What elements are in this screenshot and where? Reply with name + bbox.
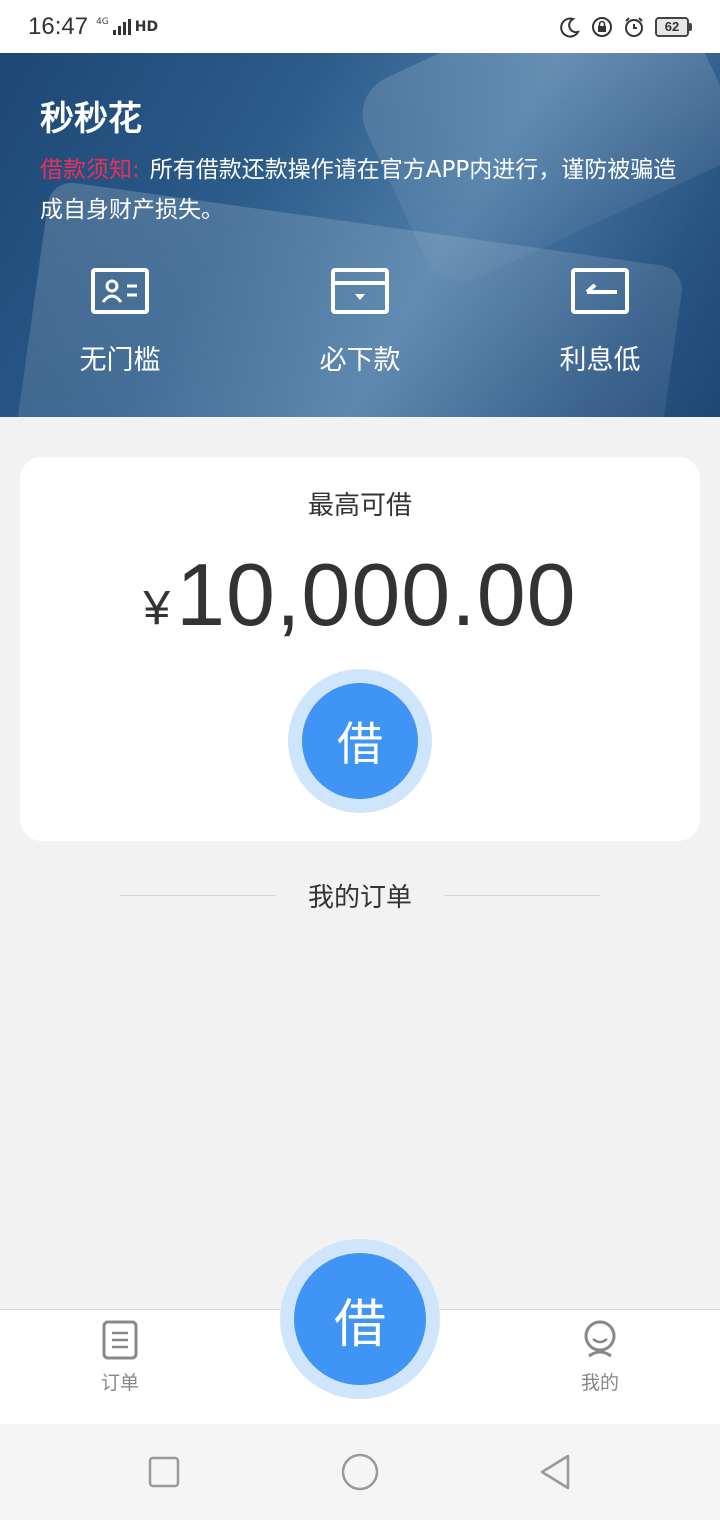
card-arrow-icon (571, 268, 629, 314)
tab-mine[interactable]: 我的 (540, 1320, 660, 1395)
feature-label: 无门槛 (79, 345, 161, 376)
amount-value: 10,000.00 (176, 545, 577, 644)
feature-low-interest: 利息低 (480, 268, 720, 377)
currency-symbol: ¥ (143, 582, 171, 635)
network-indicator: 4G HD (96, 16, 159, 35)
back-icon[interactable] (536, 1452, 576, 1492)
header-banner: 秒秒花 借款须知: 所有借款还款操作请在官方APP内进行，谨防被骗造成自身财产损失… (0, 53, 720, 417)
tab-mine-label: 我的 (580, 1372, 619, 1394)
profile-icon (584, 1320, 616, 1358)
orders-icon (102, 1320, 138, 1360)
loan-limit-card: 最高可借 ¥ 10,000.00 借 (20, 457, 700, 841)
battery-level: 62 (655, 16, 689, 37)
lock-rotation-icon (592, 16, 612, 37)
divider (444, 894, 600, 896)
system-nav-bar (0, 1424, 720, 1520)
loan-notice: 借款须知: 所有借款还款操作请在官方APP内进行，谨防被骗造成自身财产损失。 (40, 150, 680, 230)
my-orders-heading: 我的订单 (307, 882, 412, 913)
home-icon[interactable] (340, 1452, 380, 1492)
id-card-icon (91, 268, 149, 314)
status-time: 16:47 (28, 12, 89, 40)
max-loan-title: 最高可借 (307, 491, 412, 521)
hd-indicator: HD (134, 18, 159, 35)
feature-label: 必下款 (319, 345, 401, 376)
feature-label: 利息低 (559, 345, 641, 376)
signal-icon (112, 18, 131, 35)
status-right: 62 (559, 16, 692, 38)
alarm-icon (625, 16, 643, 37)
recent-apps-icon[interactable] (144, 1452, 184, 1492)
center-borrow-label: 借 (294, 1253, 426, 1385)
tab-orders[interactable]: 订单 (60, 1320, 180, 1395)
borrow-button[interactable]: 借 (288, 669, 432, 813)
center-borrow-button[interactable]: 借 (280, 1239, 440, 1399)
borrow-button-label: 借 (302, 683, 418, 799)
feature-no-threshold: 无门槛 (0, 268, 240, 377)
card-drop-icon (331, 268, 389, 314)
divider (119, 894, 276, 896)
status-left: 16:47 4G HD (28, 13, 158, 41)
my-orders-section: 我的订单 (0, 872, 720, 918)
battery-indicator: 62 (655, 16, 692, 37)
network-type: 4G (96, 16, 109, 27)
feature-list: 无门槛 必下款 利息低 (0, 268, 720, 377)
app-title: 秒秒花 (40, 99, 142, 139)
tab-orders-label: 订单 (100, 1372, 139, 1394)
loan-amount: ¥ 10,000.00 (20, 545, 700, 645)
notice-label: 借款须知: (40, 157, 140, 183)
feature-guaranteed: 必下款 (240, 268, 480, 377)
moon-icon (560, 17, 581, 38)
status-bar: 16:47 4G HD 62 (0, 0, 720, 53)
